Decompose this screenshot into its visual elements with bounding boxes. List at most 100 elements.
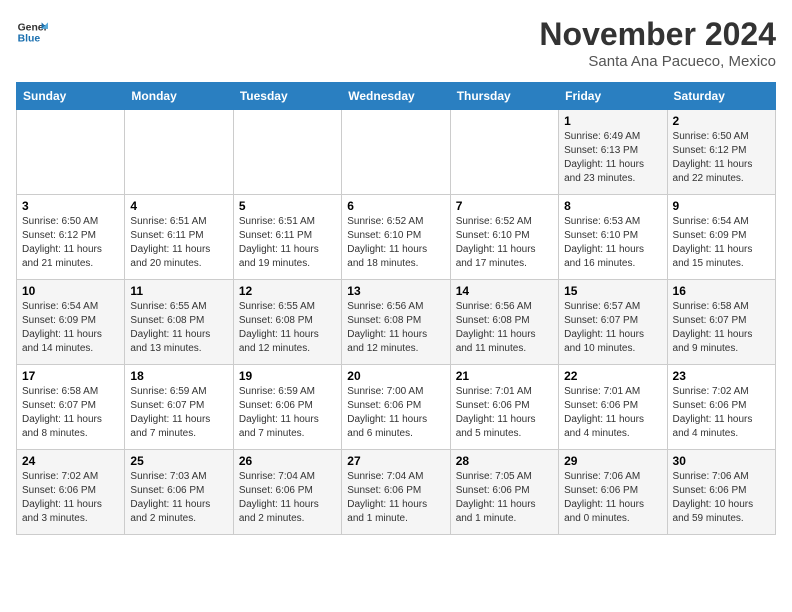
day-info: Sunrise: 6:54 AMSunset: 6:09 PMDaylight:… <box>673 215 770 271</box>
day-number: 23 <box>673 369 770 383</box>
calendar-cell: 3 Sunrise: 6:50 AMSunset: 6:12 PMDaylight… <box>17 195 125 280</box>
day-number: 28 <box>456 454 553 468</box>
calendar-cell <box>450 110 558 195</box>
calendar-cell: 27Sunrise: 7:04 AMSunset: 6:06 PMDayligh… <box>342 450 450 535</box>
calendar-cell: 7 Sunrise: 6:52 AMSunset: 6:10 PMDaylight… <box>450 195 558 280</box>
logo: General Blue General Blue <box>16 16 48 48</box>
calendar-cell: 11 Sunrise: 6:55 AMSunset: 6:08 PMDayligh… <box>125 280 233 365</box>
location: Santa Ana Pacueco, Mexico <box>539 53 776 70</box>
day-number: 14 <box>456 284 553 298</box>
day-info: Sunrise: 6:56 AMSunset: 6:08 PMDaylight:… <box>456 300 553 356</box>
day-number: 20 <box>347 369 444 383</box>
day-number: 2 <box>673 114 770 128</box>
calendar-cell: 2 Sunrise: 6:50 AMSunset: 6:12 PMDaylight… <box>667 110 775 195</box>
calendar-cell: 22 Sunrise: 7:01 AMSunset: 6:06 PMDayligh… <box>559 365 667 450</box>
calendar-cell: 19 Sunrise: 6:59 AMSunset: 6:06 PMDayligh… <box>233 365 341 450</box>
day-number: 25 <box>130 454 227 468</box>
weekday-header: Saturday <box>667 83 775 110</box>
svg-text:Blue: Blue <box>18 34 41 45</box>
day-number: 26 <box>239 454 336 468</box>
calendar-cell: 25 Sunrise: 7:03 AMSunset: 6:06 PMDayligh… <box>125 450 233 535</box>
day-info: Sunrise: 7:01 AMSunset: 6:06 PMDaylight:… <box>456 385 553 441</box>
calendar-cell: 1Sunrise: 6:49 AMSunset: 6:13 PMDaylight… <box>559 110 667 195</box>
weekday-header: Sunday <box>17 83 125 110</box>
day-number: 13 <box>347 284 444 298</box>
weekday-header: Monday <box>125 83 233 110</box>
calendar-cell: 21 Sunrise: 7:01 AMSunset: 6:06 PMDayligh… <box>450 365 558 450</box>
day-number: 19 <box>239 369 336 383</box>
day-number: 27 <box>347 454 444 468</box>
day-info: Sunrise: 6:59 AMSunset: 6:07 PMDaylight:… <box>130 385 227 441</box>
day-info: Sunrise: 6:58 AMSunset: 6:07 PMDaylight:… <box>22 385 119 441</box>
calendar-cell: 12 Sunrise: 6:55 AMSunset: 6:08 PMDayligh… <box>233 280 341 365</box>
calendar-cell: 23 Sunrise: 7:02 AMSunset: 6:06 PMDayligh… <box>667 365 775 450</box>
day-number: 8 <box>564 199 661 213</box>
day-number: 12 <box>239 284 336 298</box>
day-info: Sunrise: 6:53 AMSunset: 6:10 PMDaylight:… <box>564 215 661 271</box>
day-number: 7 <box>456 199 553 213</box>
weekday-header: Thursday <box>450 83 558 110</box>
day-info: Sunrise: 6:58 AMSunset: 6:07 PMDaylight:… <box>673 300 770 356</box>
calendar-cell <box>125 110 233 195</box>
logo-icon: General Blue <box>16 16 48 48</box>
day-info: Sunrise: 6:52 AMSunset: 6:10 PMDaylight:… <box>456 215 553 271</box>
calendar-cell: 18 Sunrise: 6:59 AMSunset: 6:07 PMDayligh… <box>125 365 233 450</box>
calendar-cell: 24 Sunrise: 7:02 AMSunset: 6:06 PMDayligh… <box>17 450 125 535</box>
calendar-cell: 16 Sunrise: 6:58 AMSunset: 6:07 PMDayligh… <box>667 280 775 365</box>
calendar-cell: 8 Sunrise: 6:53 AMSunset: 6:10 PMDaylight… <box>559 195 667 280</box>
day-info: Sunrise: 6:50 AMSunset: 6:12 PMDaylight:… <box>22 215 119 271</box>
day-number: 30 <box>673 454 770 468</box>
calendar-cell: 13 Sunrise: 6:56 AMSunset: 6:08 PMDayligh… <box>342 280 450 365</box>
calendar-cell: 26 Sunrise: 7:04 AMSunset: 6:06 PMDayligh… <box>233 450 341 535</box>
day-info: Sunrise: 6:49 AMSunset: 6:13 PMDaylight:… <box>564 130 661 186</box>
calendar-cell: 30Sunrise: 7:06 AMSunset: 6:06 PMDayligh… <box>667 450 775 535</box>
day-number: 15 <box>564 284 661 298</box>
day-number: 16 <box>673 284 770 298</box>
day-info: Sunrise: 7:06 AMSunset: 6:06 PMDaylight:… <box>564 470 661 526</box>
calendar-cell: 29 Sunrise: 7:06 AMSunset: 6:06 PMDayligh… <box>559 450 667 535</box>
calendar-cell: 20 Sunrise: 7:00 AMSunset: 6:06 PMDayligh… <box>342 365 450 450</box>
calendar-cell: 4 Sunrise: 6:51 AMSunset: 6:11 PMDaylight… <box>125 195 233 280</box>
calendar-cell: 14 Sunrise: 6:56 AMSunset: 6:08 PMDayligh… <box>450 280 558 365</box>
weekday-header: Friday <box>559 83 667 110</box>
weekday-header: Tuesday <box>233 83 341 110</box>
day-info: Sunrise: 7:05 AMSunset: 6:06 PMDaylight:… <box>456 470 553 526</box>
day-number: 4 <box>130 199 227 213</box>
calendar-cell: 5Sunrise: 6:51 AMSunset: 6:11 PMDaylight… <box>233 195 341 280</box>
calendar-cell: 9 Sunrise: 6:54 AMSunset: 6:09 PMDaylight… <box>667 195 775 280</box>
day-number: 21 <box>456 369 553 383</box>
weekday-header: Wednesday <box>342 83 450 110</box>
day-info: Sunrise: 7:00 AMSunset: 6:06 PMDaylight:… <box>347 385 444 441</box>
day-info: Sunrise: 6:51 AMSunset: 6:11 PMDaylight:… <box>130 215 227 271</box>
calendar-cell: 10Sunrise: 6:54 AMSunset: 6:09 PMDayligh… <box>17 280 125 365</box>
calendar-cell <box>233 110 341 195</box>
day-info: Sunrise: 7:02 AMSunset: 6:06 PMDaylight:… <box>22 470 119 526</box>
day-number: 24 <box>22 454 119 468</box>
day-number: 18 <box>130 369 227 383</box>
day-number: 11 <box>130 284 227 298</box>
title-block: November 2024 Santa Ana Pacueco, Mexico <box>539 16 776 70</box>
day-info: Sunrise: 6:57 AMSunset: 6:07 PMDaylight:… <box>564 300 661 356</box>
day-number: 17 <box>22 369 119 383</box>
calendar-cell: 15 Sunrise: 6:57 AMSunset: 6:07 PMDayligh… <box>559 280 667 365</box>
day-info: Sunrise: 7:03 AMSunset: 6:06 PMDaylight:… <box>130 470 227 526</box>
day-info: Sunrise: 7:04 AMSunset: 6:06 PMDaylight:… <box>239 470 336 526</box>
day-number: 29 <box>564 454 661 468</box>
month-title: November 2024 <box>539 16 776 53</box>
day-number: 22 <box>564 369 661 383</box>
day-info: Sunrise: 6:55 AMSunset: 6:08 PMDaylight:… <box>130 300 227 356</box>
calendar-cell <box>342 110 450 195</box>
day-info: Sunrise: 6:52 AMSunset: 6:10 PMDaylight:… <box>347 215 444 271</box>
day-number: 9 <box>673 199 770 213</box>
day-info: Sunrise: 6:56 AMSunset: 6:08 PMDaylight:… <box>347 300 444 356</box>
day-info: Sunrise: 6:54 AMSunset: 6:09 PMDaylight:… <box>22 300 119 356</box>
day-info: Sunrise: 6:55 AMSunset: 6:08 PMDaylight:… <box>239 300 336 356</box>
day-number: 5 <box>239 199 336 213</box>
day-number: 6 <box>347 199 444 213</box>
day-info: Sunrise: 7:02 AMSunset: 6:06 PMDaylight:… <box>673 385 770 441</box>
day-info: Sunrise: 7:01 AMSunset: 6:06 PMDaylight:… <box>564 385 661 441</box>
day-info: Sunrise: 6:50 AMSunset: 6:12 PMDaylight:… <box>673 130 770 186</box>
day-info: Sunrise: 6:59 AMSunset: 6:06 PMDaylight:… <box>239 385 336 441</box>
calendar-cell: 28 Sunrise: 7:05 AMSunset: 6:06 PMDayligh… <box>450 450 558 535</box>
day-number: 3 <box>22 199 119 213</box>
